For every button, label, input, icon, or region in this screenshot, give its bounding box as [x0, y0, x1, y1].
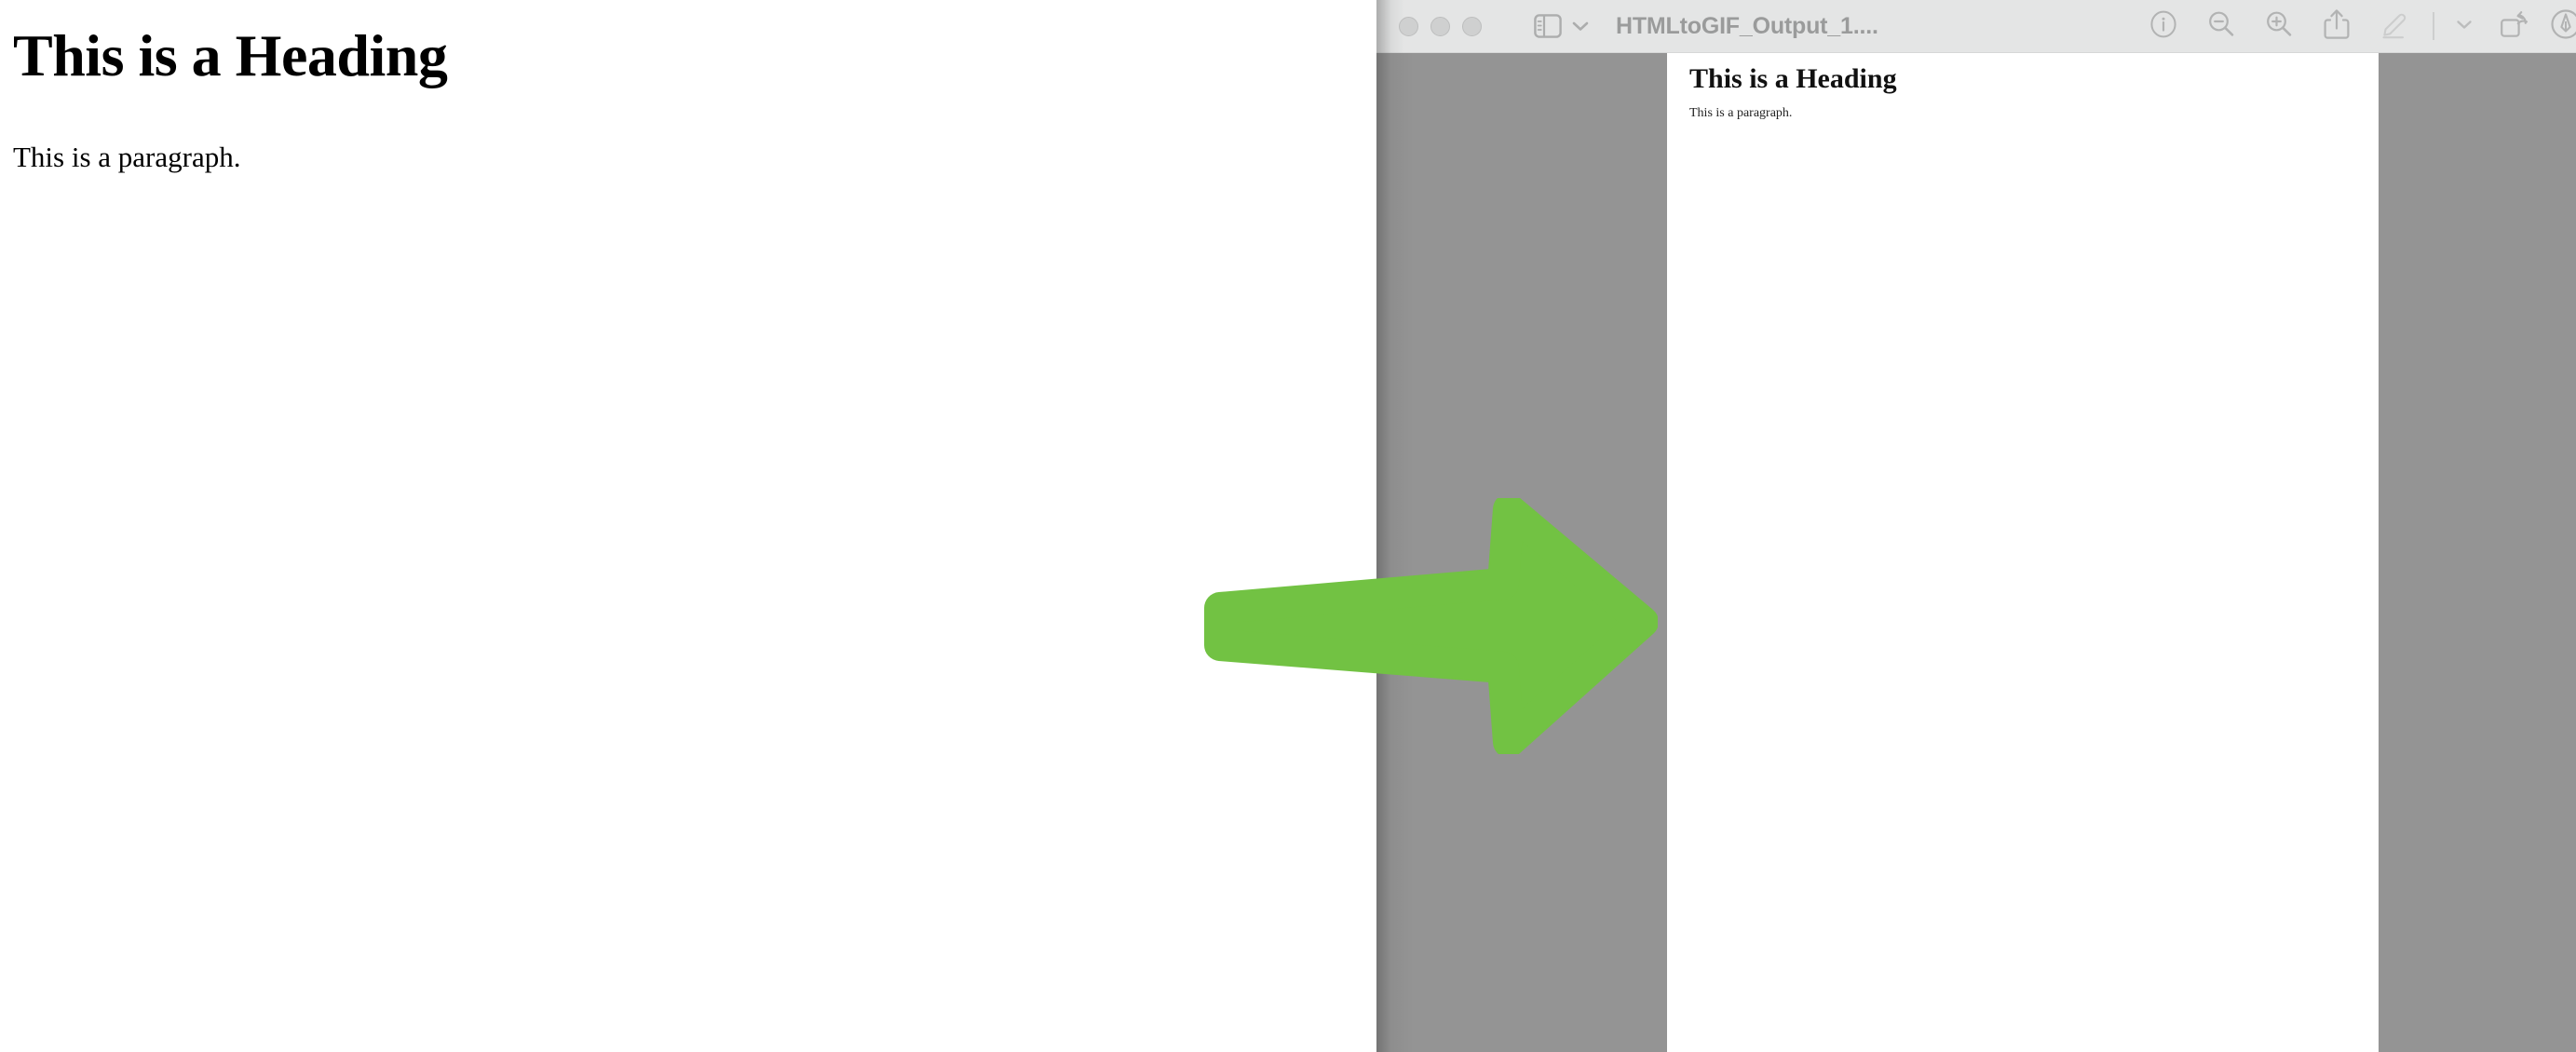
rotate-left-icon: [2498, 9, 2529, 44]
maximize-button[interactable]: [1462, 16, 1482, 36]
markup-pen-icon: [2379, 9, 2409, 44]
document-page: This is a Heading This is a paragraph.: [1667, 53, 2379, 1052]
zoom-in-icon: [2264, 9, 2294, 44]
zoom-in-button[interactable]: [2250, 0, 2308, 53]
sidebar-toggle-group[interactable]: [1534, 14, 1590, 38]
markup-options-button[interactable]: [2444, 0, 2485, 53]
annotate-circle-icon: [2550, 8, 2576, 45]
document-heading: This is a Heading: [1689, 63, 1897, 94]
minimize-button[interactable]: [1430, 16, 1450, 36]
document-paragraph: This is a paragraph.: [1689, 106, 1793, 120]
share-icon: [2324, 8, 2350, 45]
zoom-out-icon: [2206, 9, 2236, 44]
zoom-out-button[interactable]: [2192, 0, 2250, 53]
source-page-heading: This is a Heading: [13, 22, 448, 88]
info-icon: [2149, 10, 2177, 43]
rotate-left-button[interactable]: [2485, 0, 2542, 53]
share-button[interactable]: [2308, 0, 2366, 53]
toolbar-divider: [2433, 12, 2434, 40]
sidebar-icon[interactable]: [1534, 14, 1562, 38]
chevron-down-icon: [2455, 18, 2474, 35]
chevron-down-icon[interactable]: [1571, 20, 1590, 33]
markup-button[interactable]: [2366, 0, 2423, 53]
window-titlebar: HTMLtoGIF_Output_1....: [1376, 0, 2576, 53]
source-page-paragraph: This is a paragraph.: [13, 141, 241, 173]
toolbar-actions: [2135, 0, 2576, 53]
document-canvas[interactable]: This is a Heading This is a paragraph.: [1376, 53, 2576, 1052]
close-button[interactable]: [1399, 16, 1418, 36]
window-controls: [1399, 16, 1482, 36]
window-title: HTMLtoGIF_Output_1....: [1616, 12, 1878, 39]
annotate-button[interactable]: [2542, 0, 2576, 53]
info-button[interactable]: [2135, 0, 2192, 53]
source-html-page: This is a Heading This is a paragraph.: [0, 0, 1376, 1052]
preview-app-window: HTMLtoGIF_Output_1.... This is a Heading…: [1376, 0, 2576, 1052]
